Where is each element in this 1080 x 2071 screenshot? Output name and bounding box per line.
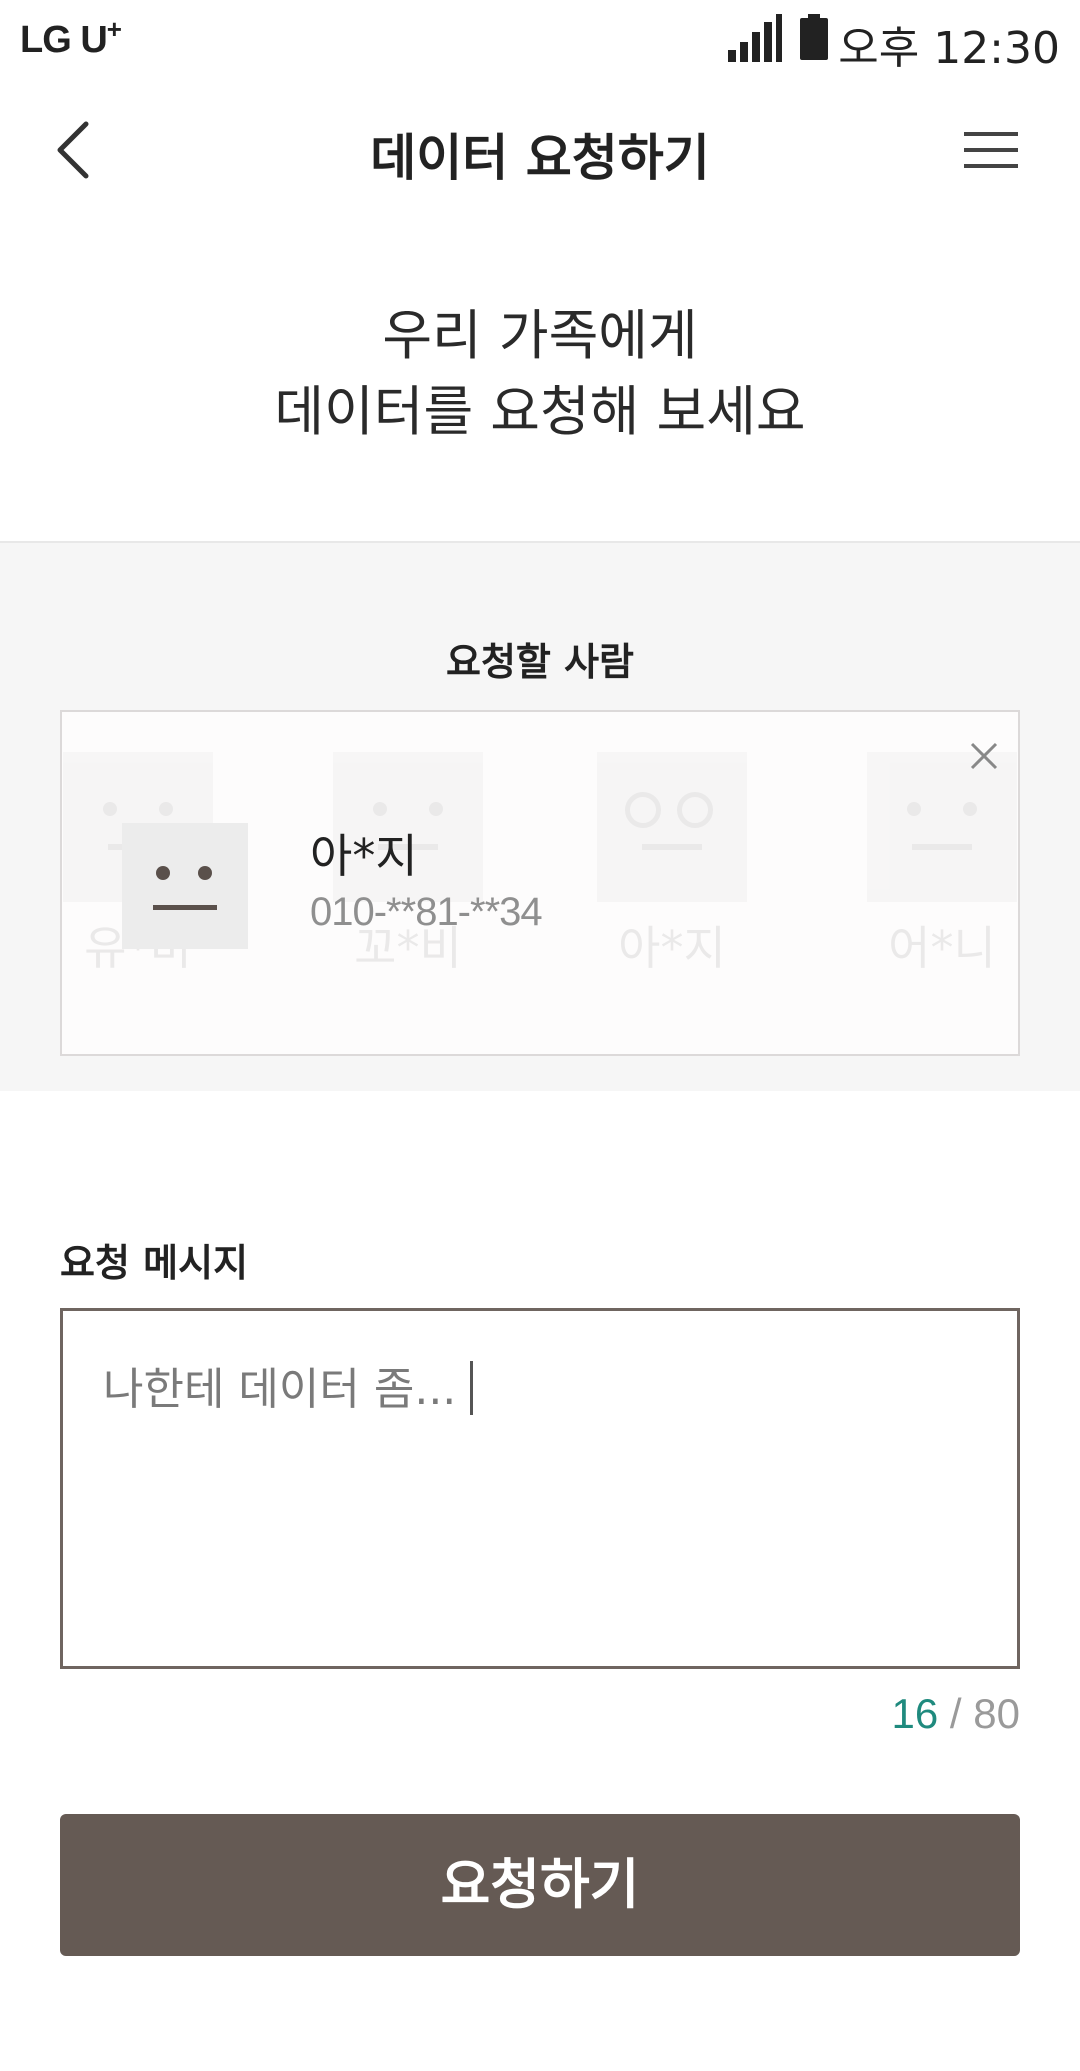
headline-line-1: 우리 가족에게 <box>382 304 698 367</box>
request-button[interactable]: 요청하기 <box>60 1814 1020 1956</box>
status-bar: LG U+ 오후 12:30 <box>0 0 1080 80</box>
text-caret <box>470 1361 474 1415</box>
family-member-item[interactable]: 어*니 <box>862 752 1018 982</box>
message-label: 요청 메시지 <box>60 1241 249 1285</box>
family-member-name: 아*지 <box>618 921 726 975</box>
max-length: 80 <box>973 1690 1020 1737</box>
family-member-item[interactable]: 아*지 <box>592 752 752 982</box>
current-length: 16 <box>891 1690 939 1737</box>
message-text: 나한테 데이터 좀... <box>103 1353 474 1417</box>
family-member-name: 어*니 <box>888 921 996 975</box>
character-counter: 16 / 80 <box>891 1690 1020 1737</box>
battery-icon <box>800 14 828 60</box>
selected-recipient-phone: 010-**81-**34 <box>310 890 543 934</box>
selected-recipient-avatar <box>122 823 248 949</box>
selected-recipient-name: 아*지 <box>310 829 418 883</box>
recipient-card[interactable]: 유*비 꼬*비 아*지 어*니 아*지 010-**81-**34 <box>60 710 1020 1056</box>
headline-line-2: 데이터를 요청해 보세요 <box>274 380 806 443</box>
signal-icon <box>728 14 782 62</box>
message-textarea[interactable]: 나한테 데이터 좀... <box>60 1308 1020 1669</box>
menu-button[interactable] <box>960 126 1020 174</box>
remove-recipient-button[interactable] <box>962 734 1006 778</box>
close-icon <box>970 742 998 770</box>
avatar <box>597 752 747 902</box>
status-time: 오후 12:30 <box>838 23 1060 74</box>
recipient-section-title: 요청할 사람 <box>445 640 635 684</box>
headline: 우리 가족에게 데이터를 요청해 보세요 <box>0 298 1080 450</box>
carrier-label: LG U+ <box>20 14 122 61</box>
recipient-section: 요청할 사람 유*비 꼬*비 아*지 어*니 아*지 010 <box>0 541 1080 1091</box>
hamburger-menu-icon <box>964 132 1018 168</box>
page-title: 데이터 요청하기 <box>370 129 710 187</box>
app-bar: 데이터 요청하기 <box>0 90 1080 210</box>
